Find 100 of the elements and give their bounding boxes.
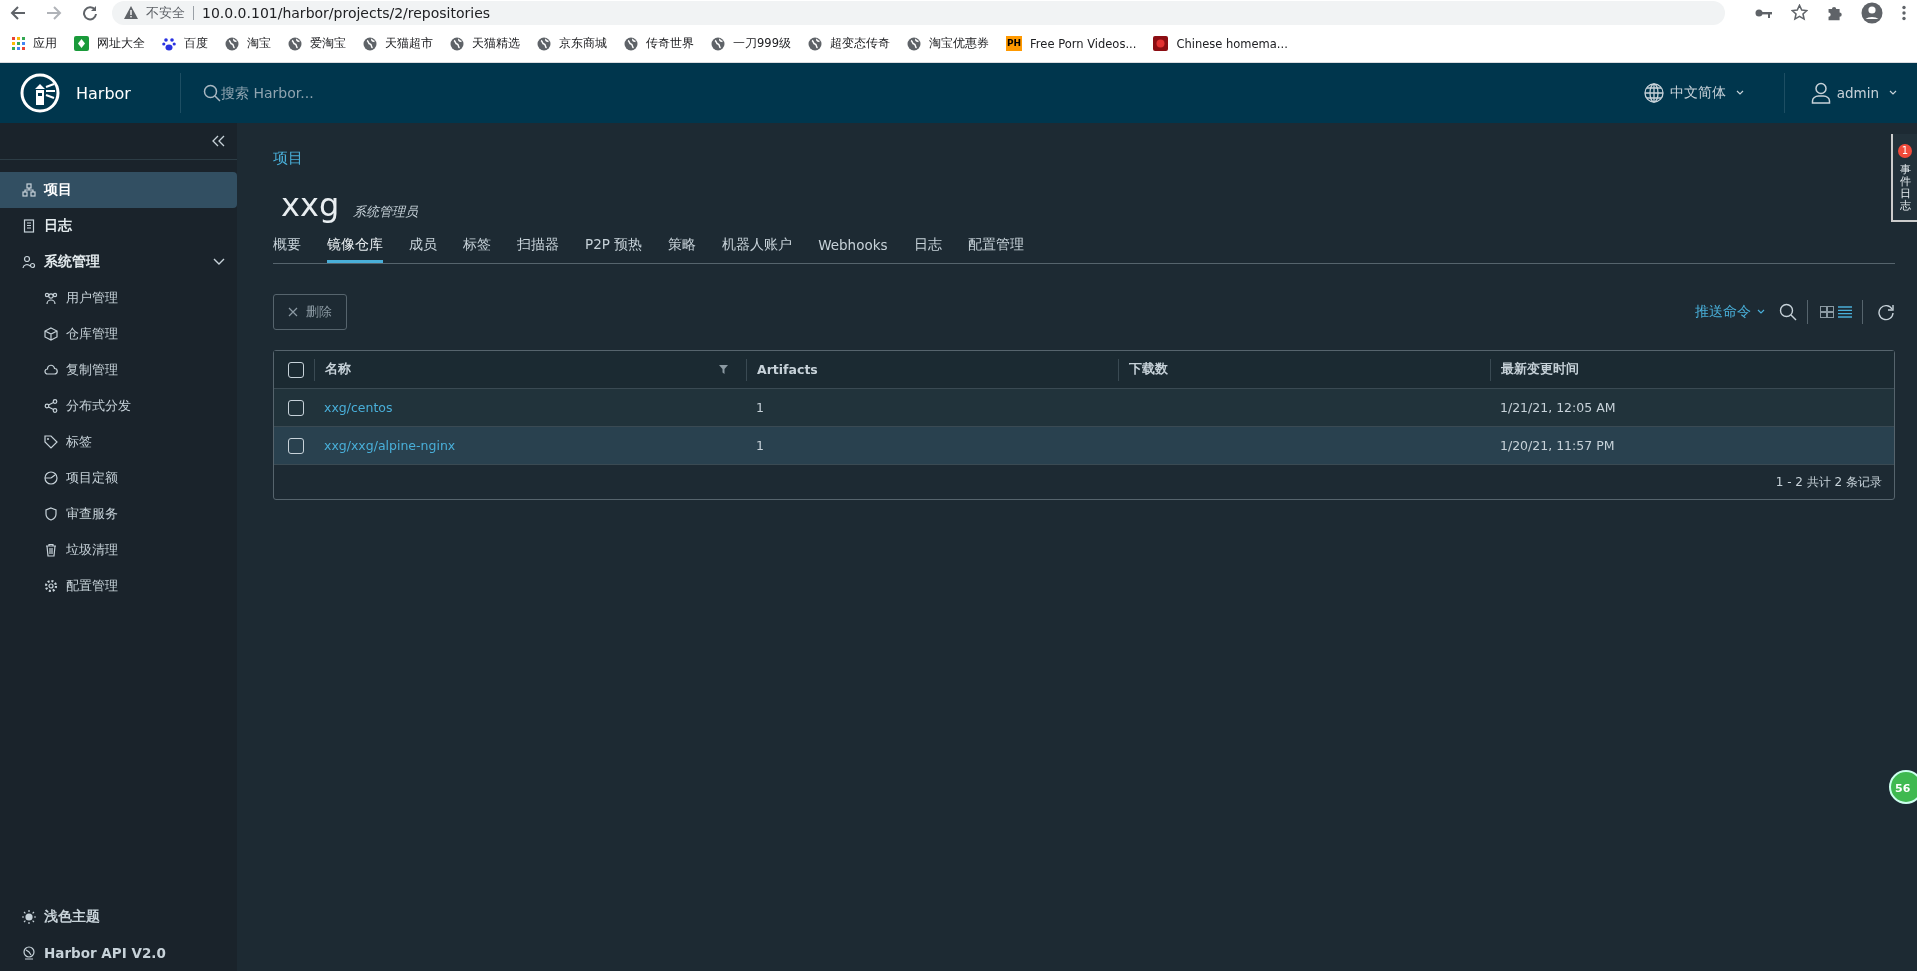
checkbox[interactable]	[288, 399, 304, 416]
caret-icon	[1757, 309, 1765, 315]
security-label: 不安全	[146, 3, 185, 22]
sidebar-item[interactable]: 复制管理	[0, 352, 237, 388]
language-menu[interactable]: 中文简体	[1643, 83, 1744, 103]
star-icon[interactable]	[1791, 4, 1808, 21]
profile-icon[interactable]	[1861, 1, 1883, 24]
column-header[interactable]: Artifacts	[757, 362, 818, 377]
globe-icon	[288, 36, 302, 51]
sidebar-item[interactable]: 仓库管理	[0, 316, 237, 352]
checkbox[interactable]	[288, 437, 304, 454]
search-icon[interactable]	[1779, 303, 1797, 321]
checkbox[interactable]	[288, 361, 304, 378]
bookmark-link[interactable]: 淘宝	[247, 36, 271, 51]
tab[interactable]: 标签	[463, 230, 491, 263]
table-cell: 1	[756, 400, 764, 415]
grid-view-icon[interactable]	[1820, 306, 1834, 318]
sidebar-link[interactable]: Harbor API V2.0	[0, 935, 237, 971]
cloud-icon	[44, 363, 58, 377]
tile-icon	[1153, 36, 1169, 51]
sidebar-item[interactable]: 用户管理	[0, 280, 237, 316]
tab[interactable]: 概要	[273, 230, 301, 263]
bookmark-link[interactable]: Chinese homema...	[1176, 36, 1288, 51]
event-log-tab[interactable]: 1 事件日志	[1891, 134, 1917, 223]
table-cell: 1/21/21, 12:05 AM	[1500, 400, 1616, 415]
globe-icon	[225, 36, 239, 51]
tab[interactable]: 配置管理	[967, 230, 1024, 263]
reload-icon[interactable]	[82, 4, 98, 21]
tab[interactable]: P2P 预热	[585, 230, 643, 263]
list-view-icon[interactable]	[1838, 306, 1852, 318]
breadcrumb-link[interactable]: 项目	[273, 149, 303, 168]
sun-icon	[22, 910, 36, 924]
sidebar-item[interactable]: 项目	[0, 172, 237, 208]
bookmark-link[interactable]: 传奇世界	[646, 36, 694, 51]
apps-icon	[12, 37, 25, 50]
users-icon	[44, 291, 58, 305]
filter-icon[interactable]	[719, 365, 728, 374]
lighthouse-logo-icon[interactable]	[20, 73, 60, 113]
tab[interactable]: 镜像仓库	[327, 230, 383, 263]
collapse-icon[interactable]	[211, 135, 225, 147]
bookmark-link[interactable]: 一刀999级	[733, 36, 791, 51]
sidebar-item[interactable]: 分布式分发	[0, 388, 237, 424]
pagination-text: 1 - 2 共计 2 条记录	[1775, 473, 1882, 491]
count-badge: 1	[1898, 144, 1912, 158]
repository-link[interactable]: xxg/centos	[324, 400, 393, 415]
column-header[interactable]: 名称	[325, 361, 351, 378]
bookmark-link[interactable]: 百度	[184, 36, 208, 51]
column-header[interactable]: 下载数	[1129, 361, 1168, 378]
warning-icon	[124, 6, 138, 19]
globe-icon	[906, 36, 921, 51]
bookmark-link[interactable]: 应用	[33, 36, 57, 51]
address-bar[interactable]: 不安全 10.0.0.101/harbor/projects/2/repositories	[112, 0, 1725, 25]
tab[interactable]: 日志	[913, 230, 942, 263]
bookmark-link[interactable]: 网址大全	[97, 36, 145, 51]
gear-icon	[44, 579, 58, 593]
bookmark-link[interactable]: 天猫超市	[385, 36, 433, 51]
search-field[interactable]: 搜索 Harbor...	[221, 85, 521, 101]
user-menu[interactable]: admin	[1810, 82, 1897, 104]
bookmark-link[interactable]: Free Porn Videos...	[1030, 36, 1137, 51]
sidebar-item[interactable]: 审查服务	[0, 496, 237, 532]
globe-stand-icon	[22, 946, 36, 960]
bookmark-link[interactable]: 超变态传奇	[829, 36, 890, 51]
bookmark-link[interactable]: 京东商城	[559, 36, 607, 51]
globe-icon	[450, 36, 464, 51]
sidebar-item[interactable]: 项目定额	[0, 460, 237, 496]
refresh-icon[interactable]	[1877, 303, 1895, 321]
back-icon[interactable]	[10, 4, 26, 21]
share-icon	[44, 399, 58, 413]
bookmark-link[interactable]: 淘宝优惠券	[928, 36, 989, 51]
sidebar-item[interactable]: 配置管理	[0, 568, 237, 604]
sidebar-item[interactable]: 标签	[0, 424, 237, 460]
puzzle-icon[interactable]	[1826, 4, 1843, 21]
sidebar-item[interactable]: 系统管理	[0, 244, 237, 280]
trash-icon	[44, 543, 58, 557]
table-cell: 1/20/21, 11:57 PM	[1500, 438, 1615, 453]
close-icon	[288, 307, 298, 317]
sidebar-link[interactable]: 浅色主题	[0, 899, 237, 935]
globe-icon	[711, 36, 725, 51]
tab[interactable]: 机器人账户	[722, 230, 793, 263]
bookmark-link[interactable]: 爱淘宝	[310, 36, 346, 51]
menu-icon[interactable]	[1901, 4, 1907, 21]
role-label: 系统管理员	[353, 203, 419, 221]
table-row[interactable]: xxg/centos 1 1/21/21, 12:05 AM	[274, 389, 1894, 427]
column-header[interactable]: 最新变更时间	[1501, 361, 1579, 378]
tab[interactable]: 扫描器	[517, 230, 559, 263]
sidebar-item[interactable]: 垃圾清理	[0, 532, 237, 568]
table-row[interactable]: xxg/xxg/alpine-nginx 1 1/20/21, 11:57 PM	[274, 427, 1894, 465]
user-icon	[1810, 82, 1831, 104]
push-command-menu[interactable]: 推送命令	[1695, 303, 1765, 321]
tab[interactable]: 策略	[668, 230, 697, 263]
gauge-icon	[44, 471, 58, 485]
tag-icon	[44, 435, 58, 449]
app-name[interactable]: Harbor	[76, 83, 180, 103]
tab[interactable]: 成员	[409, 230, 437, 263]
globe-icon	[624, 36, 638, 51]
tab[interactable]: Webhooks	[818, 230, 888, 263]
delete-button[interactable]: 删除	[273, 294, 347, 330]
bookmark-link[interactable]: 天猫精选	[472, 36, 520, 51]
sidebar-item[interactable]: 日志	[0, 208, 237, 244]
repository-link[interactable]: xxg/xxg/alpine-nginx	[324, 438, 456, 453]
